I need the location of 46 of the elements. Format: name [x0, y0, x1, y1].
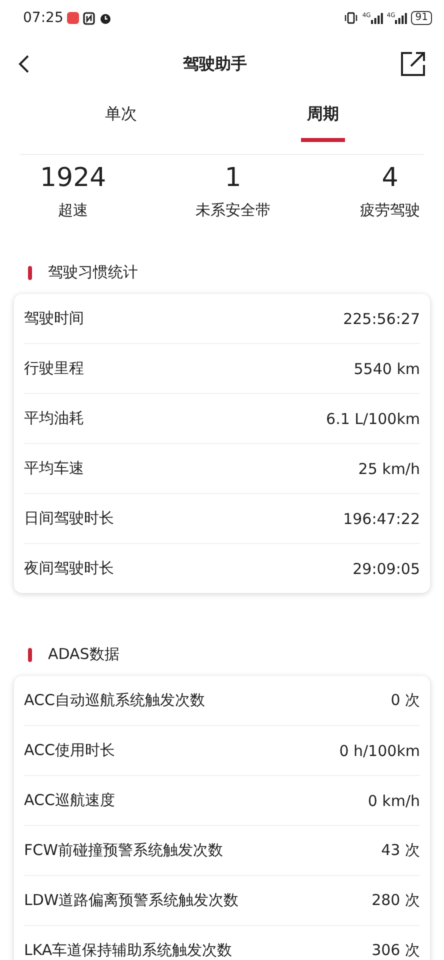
tab[interactable]: 单次 [99, 94, 143, 142]
row-value: 225:56:27 [343, 310, 420, 328]
row-value: 196:47:22 [343, 510, 420, 528]
row-label: 行驶里程 [24, 359, 84, 378]
row-value: 0 km/h [368, 792, 420, 810]
share-icon [400, 51, 426, 77]
stat-value: 1 [224, 163, 242, 193]
row-value: 43 次 [381, 841, 420, 860]
vibrate-icon [344, 12, 358, 24]
nfc-icon [83, 12, 96, 24]
stat-value: 4 [382, 163, 398, 193]
row-value: 29:09:05 [352, 560, 420, 578]
row-value: 0 h/100km [339, 742, 420, 760]
row-label: 平均车速 [24, 459, 84, 478]
row-label: 日间驾驶时长 [24, 509, 114, 528]
row-value: 0 次 [390, 691, 420, 710]
section-marker [28, 266, 32, 280]
row-label: FCW前碰撞预警系统触发次数 [24, 841, 223, 860]
back-icon [18, 54, 30, 74]
row-label: 夜间驾驶时长 [24, 559, 114, 578]
tab[interactable]: 周期 [301, 94, 345, 142]
section-title: ADAS数据 [48, 645, 120, 664]
stat-label: 未系安全带 [196, 201, 271, 220]
row-value: 6.1 L/100km [326, 410, 420, 428]
row-value: 280 次 [372, 891, 420, 910]
row-label: 平均油耗 [24, 409, 84, 428]
signal-icon [370, 12, 383, 24]
row-label: LKA车道保持辅助系统触发次数 [24, 941, 232, 960]
stat-label: 超速 [58, 201, 88, 220]
row-value: 5540 km [354, 360, 420, 378]
row-label: 驾驶时间 [24, 309, 84, 328]
section-marker [28, 648, 32, 662]
row-label: ACC使用时长 [24, 741, 115, 760]
battery-level: 91 [411, 11, 432, 25]
stat-label: 疲劳驾驶 [360, 201, 420, 220]
page-title: 驾驶助手 [183, 54, 247, 74]
stat-value: 1924 [40, 163, 106, 193]
row-label: LDW道路偏离预警系统触发次数 [24, 891, 239, 910]
status-time: 07:25 [23, 10, 64, 26]
row-label: ACC巡航速度 [24, 791, 115, 810]
row-value: 25 km/h [358, 460, 420, 478]
row-label: ACC自动巡航系统触发次数 [24, 691, 205, 710]
section-title: 驾驶习惯统计 [48, 263, 138, 282]
row-value: 306 次 [372, 941, 420, 960]
signal-icon [395, 12, 408, 24]
app-icon [67, 12, 80, 24]
